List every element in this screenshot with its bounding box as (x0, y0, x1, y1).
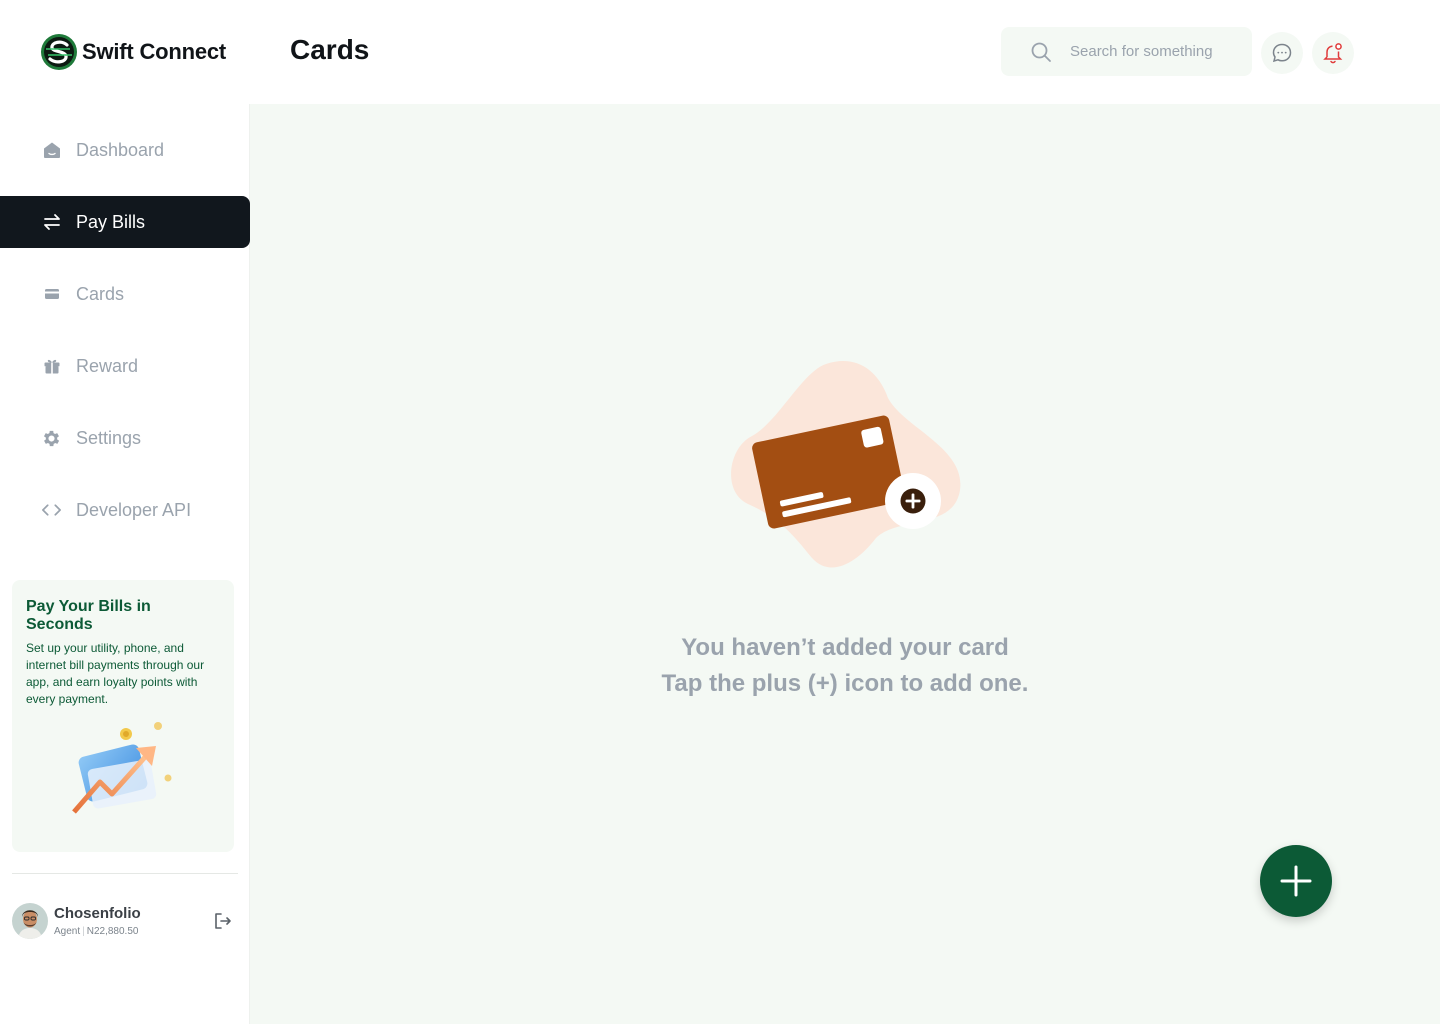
plus-icon (1280, 865, 1312, 897)
swift-connect-logo-icon (41, 34, 77, 70)
sidebar-item-label: Pay Bills (76, 211, 146, 232)
card-icon (41, 284, 62, 305)
user-meta: Agent | N22,880.50 (54, 926, 141, 937)
add-card-illustration (731, 361, 961, 568)
user-name: Chosenfolio (54, 905, 141, 922)
sidebar-item-pay-bills[interactable]: Pay Bills (0, 196, 250, 248)
sidebar-item-settings[interactable]: Settings (0, 412, 250, 464)
gear-icon (41, 428, 62, 449)
meta-separator: | (82, 926, 85, 937)
bell-icon (1323, 43, 1343, 64)
empty-state-line-1: You haven’t added your card (681, 634, 1009, 661)
divider (12, 873, 238, 874)
empty-state-message: You haven’t added your card Tap the plus… (250, 630, 1440, 702)
sidebar-item-label: Dashboard (76, 139, 165, 160)
transfer-arrows-icon (41, 212, 62, 233)
search-input[interactable] (1070, 43, 1240, 60)
code-icon (41, 500, 62, 521)
sidebar-item-label: Cards (76, 283, 125, 304)
sidebar-item-label: Developer API (76, 499, 192, 520)
sidebar-item-dashboard[interactable]: Dashboard (0, 124, 250, 176)
wallet-growth-illustration (72, 722, 172, 814)
page-title: Cards (290, 34, 370, 65)
sidebar-item-label: Reward (76, 355, 139, 376)
logout-icon[interactable] (212, 910, 234, 932)
avatar[interactable] (12, 903, 48, 939)
sidebar-item-developer-api[interactable]: Developer API (0, 484, 250, 536)
messages-button[interactable] (1261, 32, 1303, 74)
brand-name: Swift Connect (82, 39, 227, 64)
promo-text: Set up your utility, phone, and internet… (26, 641, 205, 706)
main-content: You haven’t added your card Tap the plus… (250, 104, 1440, 1024)
notifications-button[interactable] (1312, 32, 1354, 74)
empty-state-line-2: Tap the plus (+) icon to add one. (661, 670, 1029, 697)
promo-title: Pay Your Bills in Seconds (26, 598, 151, 633)
chat-bubble-icon (1272, 43, 1292, 63)
add-card-button[interactable] (1260, 845, 1332, 917)
promo-card: Pay Your Bills in Seconds Set up your ut… (12, 580, 234, 852)
home-icon (41, 140, 62, 161)
user-balance: N22,880.50 (86, 926, 139, 937)
sidebar: Dashboard Pay Bills Cards Reward Setting… (0, 104, 250, 1024)
gift-icon (41, 356, 62, 377)
user-profile[interactable]: Chosenfolio Agent | N22,880.50 (12, 901, 238, 941)
sidebar-item-label: Settings (76, 427, 142, 448)
user-role: Agent (54, 926, 81, 937)
sidebar-item-reward[interactable]: Reward (0, 340, 250, 392)
search-icon (1031, 42, 1051, 62)
sidebar-item-cards[interactable]: Cards (0, 268, 250, 320)
search-bar[interactable] (1001, 27, 1252, 76)
brand[interactable]: Swift Connect (40, 33, 226, 71)
